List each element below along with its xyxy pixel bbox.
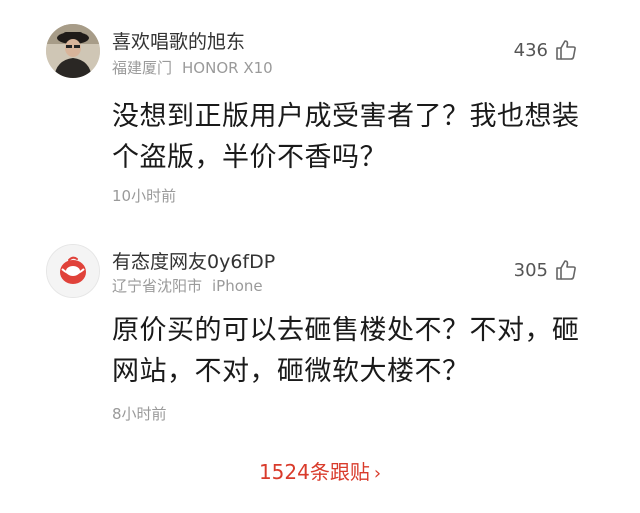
username[interactable]: 喜欢唱歌的旭东 xyxy=(112,27,245,54)
like-count: 305 xyxy=(513,259,548,281)
comment-time: 8小时前 xyxy=(112,405,167,423)
comment-text: 原价买的可以去砸售楼处不？不对，砸网站，不对，砸微软大楼不？ xyxy=(112,315,580,387)
username[interactable]: 有态度网友0y6fDP xyxy=(112,247,275,274)
like-button[interactable]: 436 xyxy=(514,38,578,62)
more-replies-link[interactable]: 1524条跟贴 › xyxy=(0,456,640,485)
thumbs-up-icon xyxy=(556,40,576,60)
comment-time: 10小时前 xyxy=(112,187,177,205)
user-location: 辽宁省沈阳市 xyxy=(112,277,203,295)
user-device: iPhone xyxy=(212,277,263,295)
more-replies-label: 1524条跟贴 xyxy=(258,460,370,484)
person-photo-avatar-icon xyxy=(46,24,100,78)
chevron-right-icon: › xyxy=(373,463,382,484)
comment-text: 没想到正版用户成受害者了？我也想装个盗版，半价不香吗？ xyxy=(112,101,580,173)
thumbs-up-icon xyxy=(556,260,576,280)
like-button[interactable]: 305 xyxy=(514,258,578,282)
like-count: 436 xyxy=(513,39,548,61)
user-avatar[interactable] xyxy=(46,244,100,298)
user-meta: 福建厦门 HONOR X10 xyxy=(112,57,273,78)
comment-item: 喜欢唱歌的旭东 福建厦门 HONOR X10 436 没想到正版用户成受害者了？我… xyxy=(0,0,640,240)
comment-item: 有态度网友0y6fDP 辽宁省沈阳市 iPhone 305 原价买的可以去砸售楼处… xyxy=(0,240,640,440)
user-device: HONOR X10 xyxy=(182,59,273,77)
user-meta: 辽宁省沈阳市 iPhone xyxy=(112,275,263,296)
netease-logo-avatar-icon xyxy=(47,245,99,297)
user-location: 福建厦门 xyxy=(112,59,173,77)
user-avatar[interactable] xyxy=(46,24,100,78)
